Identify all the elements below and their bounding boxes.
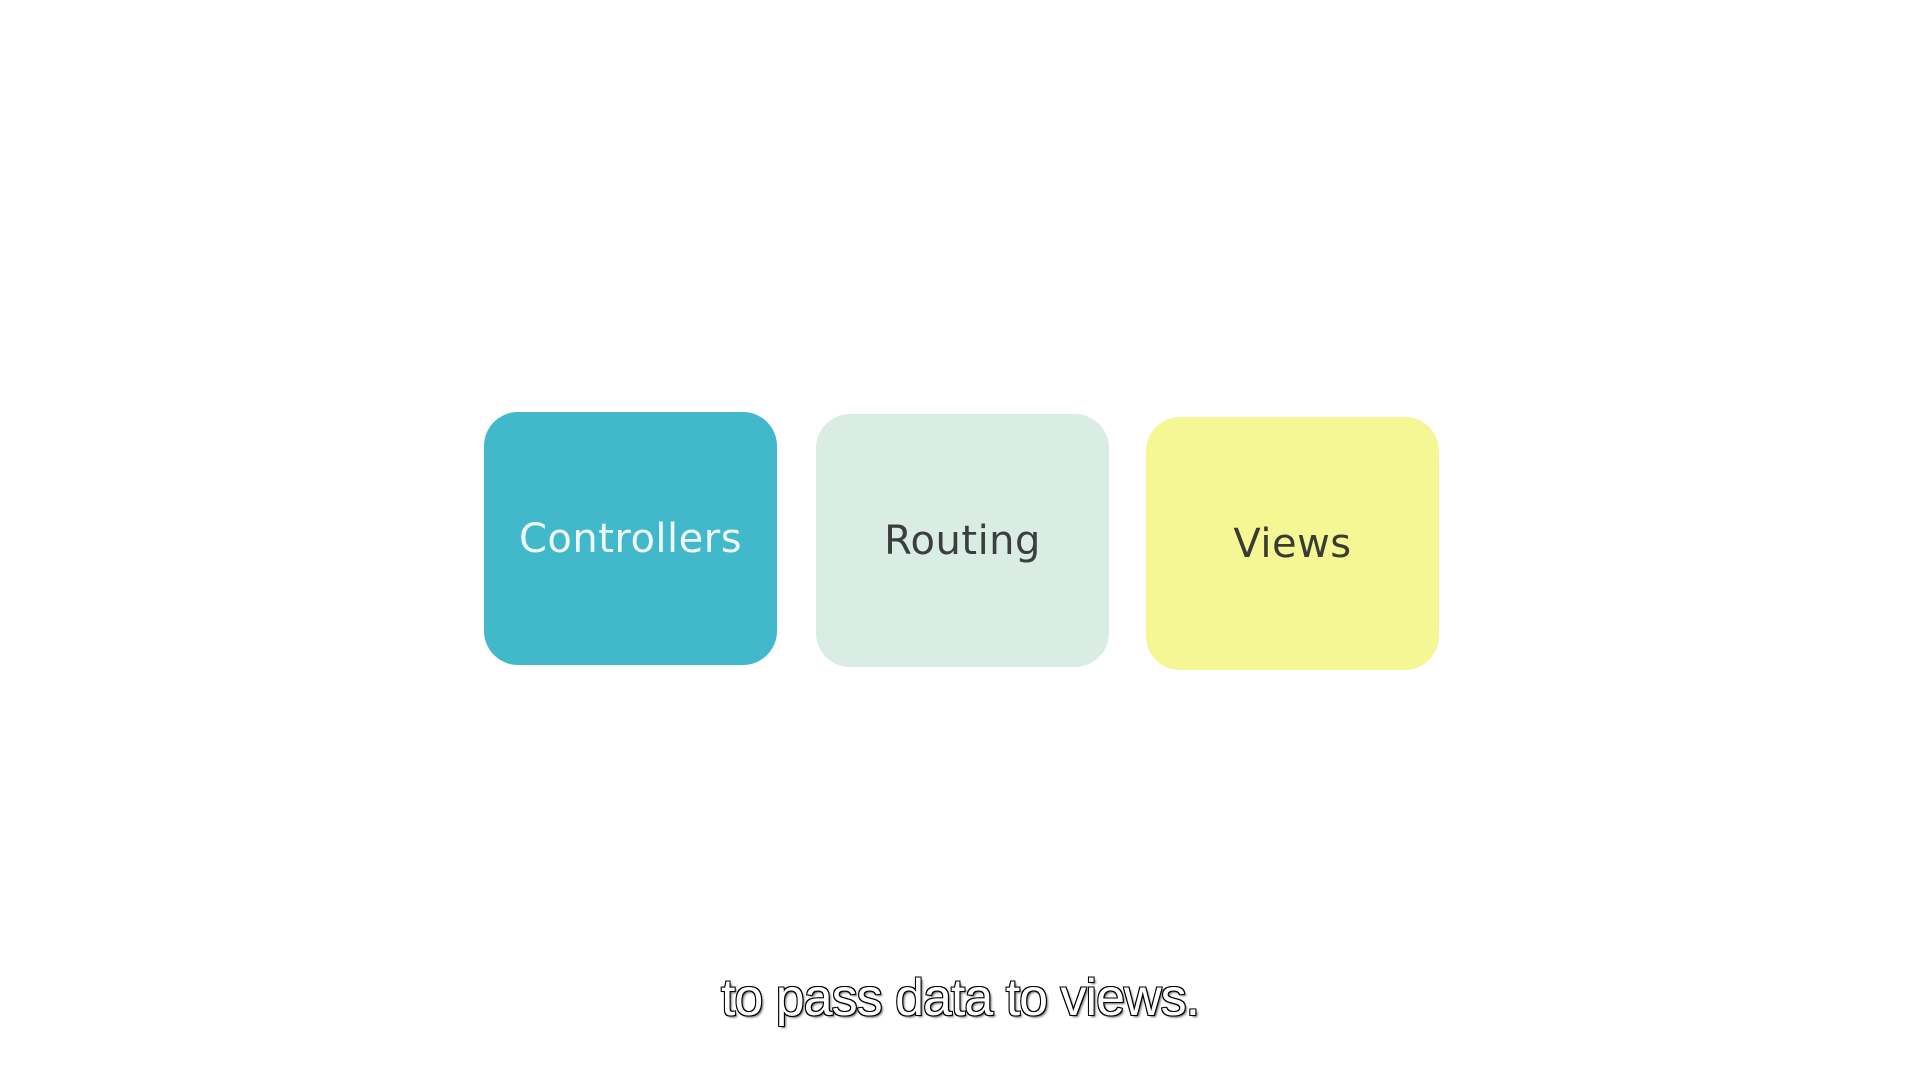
video-subtitle: to pass data to views. xyxy=(720,968,1201,1028)
views-card: Views xyxy=(1146,417,1439,670)
controllers-card: Controllers xyxy=(484,412,777,665)
views-label: Views xyxy=(1233,520,1352,567)
routing-label: Routing xyxy=(884,517,1041,564)
routing-card: Routing xyxy=(816,414,1109,667)
controllers-label: Controllers xyxy=(518,515,743,562)
slide-canvas: Controllers Routing Views to pass data t… xyxy=(0,0,1920,1080)
